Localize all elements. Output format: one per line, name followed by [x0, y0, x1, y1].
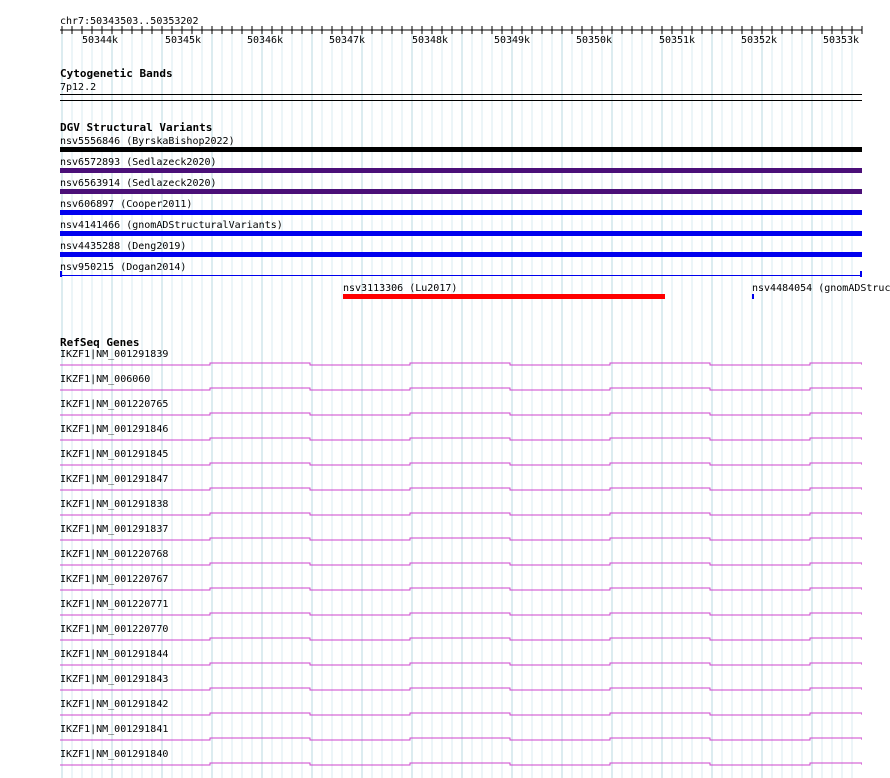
- refseq-gene-model[interactable]: [60, 759, 862, 767]
- ruler-label: 50345k: [164, 35, 202, 46]
- gene-line: [60, 437, 862, 441]
- dgv-variant-endcap: [860, 271, 862, 277]
- gene-line: [60, 737, 862, 741]
- refseq-gene-model[interactable]: [60, 734, 862, 742]
- refseq-gene-model[interactable]: [60, 634, 862, 642]
- refseq-gene-model[interactable]: [60, 534, 862, 542]
- cytoband-track-title: Cytogenetic Bands: [60, 67, 173, 80]
- refseq-gene-model[interactable]: [60, 609, 862, 617]
- refseq-gene-model[interactable]: [60, 434, 862, 442]
- ruler-label: 50344k: [81, 35, 119, 46]
- ruler-label: 50350k: [575, 35, 613, 46]
- gene-line: [60, 712, 862, 716]
- refseq-gene-model[interactable]: [60, 659, 862, 667]
- gene-line: [60, 512, 862, 516]
- refseq-gene-model[interactable]: [60, 409, 862, 417]
- refseq-gene-model[interactable]: [60, 684, 862, 692]
- dgv-variant-bar[interactable]: [60, 210, 862, 215]
- dgv-variant-bar[interactable]: [752, 294, 754, 299]
- dgv-variant-bar[interactable]: [60, 231, 862, 236]
- dgv-track-title: DGV Structural Variants: [60, 121, 213, 134]
- gene-line: [60, 487, 862, 491]
- gene-line: [60, 637, 862, 641]
- dgv-variant-label[interactable]: nsv4484054 (gnomADStruc: [752, 283, 890, 294]
- refseq-gene-model[interactable]: [60, 509, 862, 517]
- gene-line: [60, 412, 862, 416]
- dgv-variant-line[interactable]: [60, 275, 862, 276]
- dgv-variant-label[interactable]: nsv6572893 (Sedlazeck2020): [60, 157, 217, 168]
- dgv-variant-label[interactable]: nsv950215 (Dogan2014): [60, 262, 186, 273]
- dgv-variant-label[interactable]: nsv3113306 (Lu2017): [343, 283, 457, 294]
- refseq-gene-model[interactable]: [60, 484, 862, 492]
- dgv-variant-label[interactable]: nsv4435288 (Deng2019): [60, 241, 186, 252]
- refseq-gene-model[interactable]: [60, 709, 862, 717]
- dgv-variant-label[interactable]: nsv606897 (Cooper2011): [60, 199, 192, 210]
- ruler-label: 50348k: [411, 35, 449, 46]
- ruler-label: 50351k: [658, 35, 696, 46]
- cytoband-bar-top: [60, 94, 862, 95]
- dgv-variant-bar[interactable]: [60, 168, 862, 173]
- gene-line: [60, 537, 862, 541]
- gene-line: [60, 612, 862, 616]
- refseq-gene-model[interactable]: [60, 359, 862, 367]
- dgv-variant-bar[interactable]: [60, 147, 862, 152]
- gene-line: [60, 387, 862, 391]
- gene-line: [60, 587, 862, 591]
- refseq-gene-model[interactable]: [60, 459, 862, 467]
- refseq-gene-model[interactable]: [60, 559, 862, 567]
- dgv-variant-label[interactable]: nsv5556846 (ByrskaBishop2022): [60, 136, 235, 147]
- gene-line: [60, 562, 862, 566]
- ruler-label: 50349k: [493, 35, 531, 46]
- dgv-variant-label[interactable]: nsv6563914 (Sedlazeck2020): [60, 178, 217, 189]
- refseq-gene-model[interactable]: [60, 384, 862, 392]
- gene-line: [60, 762, 862, 766]
- gene-line: [60, 687, 862, 691]
- dgv-variant-bar[interactable]: [60, 189, 862, 194]
- refseq-track-title: RefSeq Genes: [60, 336, 140, 349]
- ruler-label: 50353k: [822, 35, 860, 46]
- dgv-variant-endcap: [60, 271, 62, 277]
- dgv-variant-bar[interactable]: [60, 252, 862, 257]
- ruler-label: 50347k: [328, 35, 366, 46]
- gene-line: [60, 662, 862, 666]
- gene-line: [60, 362, 862, 366]
- dgv-variant-bar[interactable]: [343, 294, 665, 299]
- ruler-label: 50346k: [246, 35, 284, 46]
- cytoband-bar-bottom: [60, 100, 862, 101]
- refseq-gene-model[interactable]: [60, 584, 862, 592]
- dgv-variant-label[interactable]: nsv4141466 (gnomADStructuralVariants): [60, 220, 283, 231]
- cytoband-label: 7p12.2: [60, 82, 97, 93]
- gene-line: [60, 462, 862, 466]
- coordinate-label: chr7:50343503..50353202: [60, 16, 199, 27]
- ruler-label: 50352k: [740, 35, 778, 46]
